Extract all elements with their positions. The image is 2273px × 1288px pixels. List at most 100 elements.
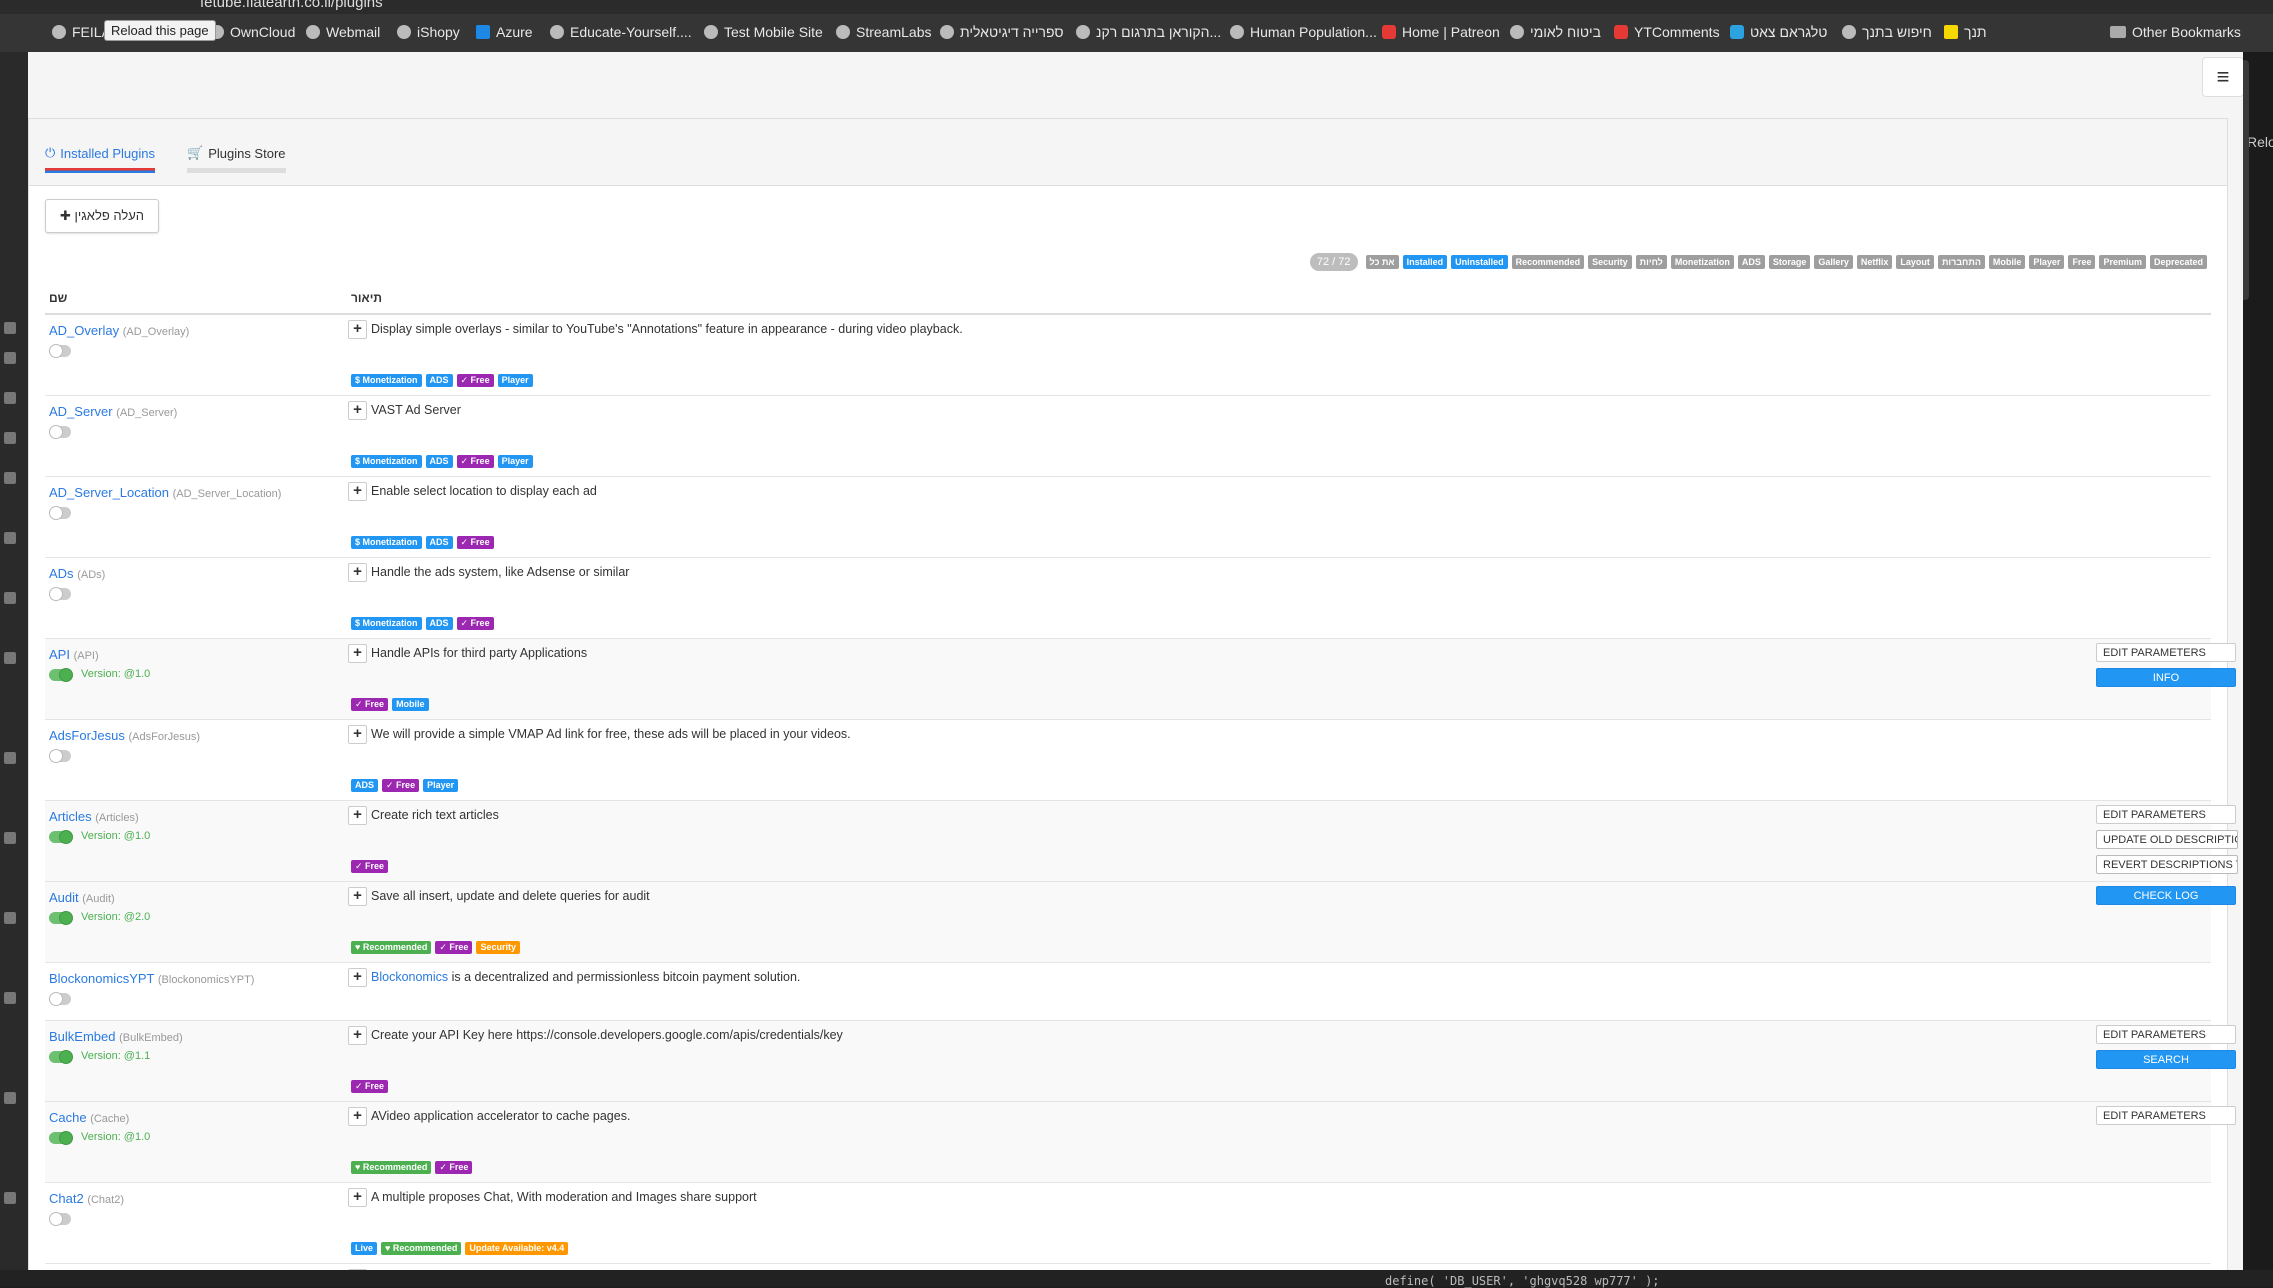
- plugin-action-button[interactable]: SEARCH: [2096, 1050, 2236, 1069]
- expand-plus-icon[interactable]: +: [348, 1269, 367, 1270]
- plugin-enable-toggle[interactable]: [49, 587, 71, 601]
- plugin-name-link[interactable]: BulkEmbed: [49, 1029, 115, 1044]
- bookmark-educate[interactable]: Educate-Yourself....: [550, 24, 692, 40]
- plugin-name-link[interactable]: ADs: [49, 566, 74, 581]
- side-icon[interactable]: [4, 992, 16, 1004]
- plugin-enable-toggle[interactable]: [49, 1050, 73, 1064]
- bookmark-ishopy[interactable]: iShopy: [397, 24, 460, 40]
- plugin-enable-toggle[interactable]: [49, 1212, 71, 1226]
- expand-plus-icon[interactable]: +: [348, 1188, 367, 1207]
- plugin-action-button[interactable]: UPDATE OLD DESCRIPTIO: [2096, 830, 2238, 849]
- expand-plus-icon[interactable]: +: [348, 644, 367, 663]
- bookmark-tanach-search[interactable]: חיפוש בתנך: [1842, 24, 1932, 40]
- bookmark-tanach[interactable]: תנך: [1944, 24, 1987, 40]
- plugin-action-button[interactable]: EDIT PARAMETERS: [2096, 1025, 2236, 1044]
- filter-chip[interactable]: Layout: [1896, 255, 1934, 269]
- plugin-name-link[interactable]: AdsForJesus: [49, 728, 125, 743]
- expand-plus-icon[interactable]: +: [348, 887, 367, 906]
- plugin-name-link[interactable]: AD_Overlay: [49, 323, 119, 338]
- plugin-name-link[interactable]: API: [49, 647, 70, 662]
- filter-chip[interactable]: התחברות: [1937, 255, 1985, 269]
- bookmark-telegram[interactable]: טלגראם צאט: [1730, 24, 1827, 40]
- bookmark-human-population[interactable]: Human Population...: [1230, 24, 1377, 40]
- upload-plugin-button[interactable]: ✚ העלה פלאגין: [45, 199, 160, 233]
- side-icon[interactable]: [4, 652, 16, 664]
- expand-plus-icon[interactable]: +: [348, 968, 367, 987]
- filter-chip[interactable]: Installed: [1402, 255, 1448, 269]
- filter-chip[interactable]: Netflix: [1856, 255, 1893, 269]
- bookmark-digital-library[interactable]: ספרייה דיגיטאלית: [940, 24, 1064, 40]
- side-icon[interactable]: [4, 1092, 16, 1104]
- filter-chip[interactable]: לחיות: [1635, 255, 1667, 269]
- bookmark-streamlabs[interactable]: StreamLabs: [836, 24, 931, 40]
- plugin-action-button[interactable]: EDIT PARAMETERS: [2096, 805, 2236, 824]
- bookmark-patreon[interactable]: Home | Patreon: [1382, 24, 1500, 40]
- filter-chip[interactable]: Security: [1588, 255, 1632, 269]
- plugin-name-link[interactable]: BlockonomicsYPT: [49, 971, 154, 986]
- plugin-name-link[interactable]: AD_Server: [49, 404, 113, 419]
- side-icon[interactable]: [4, 592, 16, 604]
- plugin-enable-toggle[interactable]: [49, 992, 71, 1006]
- filter-chip[interactable]: את כל: [1365, 255, 1399, 269]
- plugin-action-button[interactable]: REVERT DESCRIPTIONS T: [2096, 855, 2238, 874]
- plugin-name-link[interactable]: Audit: [49, 890, 79, 905]
- side-icon[interactable]: [4, 1192, 16, 1204]
- filter-chip[interactable]: ADS: [1737, 255, 1765, 269]
- plugin-name-link[interactable]: Cache: [49, 1110, 87, 1125]
- side-icon[interactable]: [4, 532, 16, 544]
- side-icon[interactable]: [4, 392, 16, 404]
- bookmark-azure[interactable]: Azure: [476, 24, 533, 40]
- plugin-enable-toggle[interactable]: [49, 749, 71, 763]
- plugin-action-button[interactable]: INFO: [2096, 668, 2236, 687]
- bookmark-test-mobile[interactable]: Test Mobile Site: [704, 24, 823, 40]
- plugin-enable-toggle[interactable]: [49, 425, 71, 439]
- description-link[interactable]: Blockonomics: [371, 970, 448, 984]
- side-icon[interactable]: [4, 322, 16, 334]
- bookmark-ytcomments[interactable]: YTComments: [1614, 24, 1720, 40]
- tab-installed-plugins[interactable]: ⏻ Installed Plugins: [45, 145, 155, 173]
- expand-plus-icon[interactable]: +: [348, 806, 367, 825]
- filter-chip[interactable]: Uninstalled: [1451, 255, 1508, 269]
- filter-chip[interactable]: Storage: [1768, 255, 1811, 269]
- side-icon[interactable]: [4, 472, 16, 484]
- filter-chip[interactable]: Recommended: [1511, 255, 1585, 269]
- side-icon[interactable]: [4, 832, 16, 844]
- tab-plugins-store[interactable]: 🛒 Plugins Store: [187, 145, 286, 173]
- plugin-name-link[interactable]: Chat2: [49, 1191, 84, 1206]
- bookmark-other[interactable]: Other Bookmarks: [2110, 24, 2241, 40]
- filter-chip[interactable]: Monetization: [1670, 255, 1734, 269]
- plugin-name-link[interactable]: Articles: [49, 809, 92, 824]
- bookmark-quran[interactable]: הקוראן בתרגום רקנ...: [1076, 24, 1221, 40]
- side-icon[interactable]: [4, 752, 16, 764]
- bookmark-owncloud[interactable]: OwnCloud: [210, 24, 295, 40]
- address-bar-url[interactable]: fetube.flatearth.co.il/plugins: [200, 0, 383, 11]
- expand-plus-icon[interactable]: +: [348, 725, 367, 744]
- side-icon[interactable]: [4, 432, 16, 444]
- plugin-enable-toggle[interactable]: [49, 506, 71, 520]
- side-icon[interactable]: [4, 352, 16, 364]
- plugin-action-button[interactable]: EDIT PARAMETERS: [2096, 1106, 2236, 1125]
- filter-chip[interactable]: Gallery: [1814, 255, 1853, 269]
- filter-chip[interactable]: Deprecated: [2149, 255, 2207, 269]
- expand-plus-icon[interactable]: +: [348, 1026, 367, 1045]
- expand-plus-icon[interactable]: +: [348, 482, 367, 501]
- plugin-enable-toggle[interactable]: [49, 911, 73, 925]
- filter-chip[interactable]: Premium: [2099, 255, 2146, 269]
- plugin-action-button[interactable]: EDIT PARAMETERS: [2096, 643, 2236, 662]
- plugin-enable-toggle[interactable]: [49, 830, 73, 844]
- plugin-enable-toggle[interactable]: [49, 668, 73, 682]
- plugin-action-button[interactable]: CHECK LOG: [2096, 886, 2236, 905]
- side-icon[interactable]: [4, 912, 16, 924]
- plugin-name-link[interactable]: AD_Server_Location: [49, 485, 169, 500]
- expand-plus-icon[interactable]: +: [348, 1107, 367, 1126]
- plugin-enable-toggle[interactable]: [49, 344, 71, 358]
- filter-chip[interactable]: Free: [2068, 255, 2096, 269]
- expand-plus-icon[interactable]: +: [348, 563, 367, 582]
- bookmark-webmail[interactable]: Webmail: [306, 24, 380, 40]
- plugin-enable-toggle[interactable]: [49, 1131, 73, 1145]
- menu-icon[interactable]: ≡: [2202, 57, 2243, 97]
- expand-plus-icon[interactable]: +: [348, 320, 367, 339]
- expand-plus-icon[interactable]: +: [348, 401, 367, 420]
- filter-chip[interactable]: Player: [2029, 255, 2065, 269]
- bookmark-bituach[interactable]: ביטוח לאומי: [1510, 24, 1601, 40]
